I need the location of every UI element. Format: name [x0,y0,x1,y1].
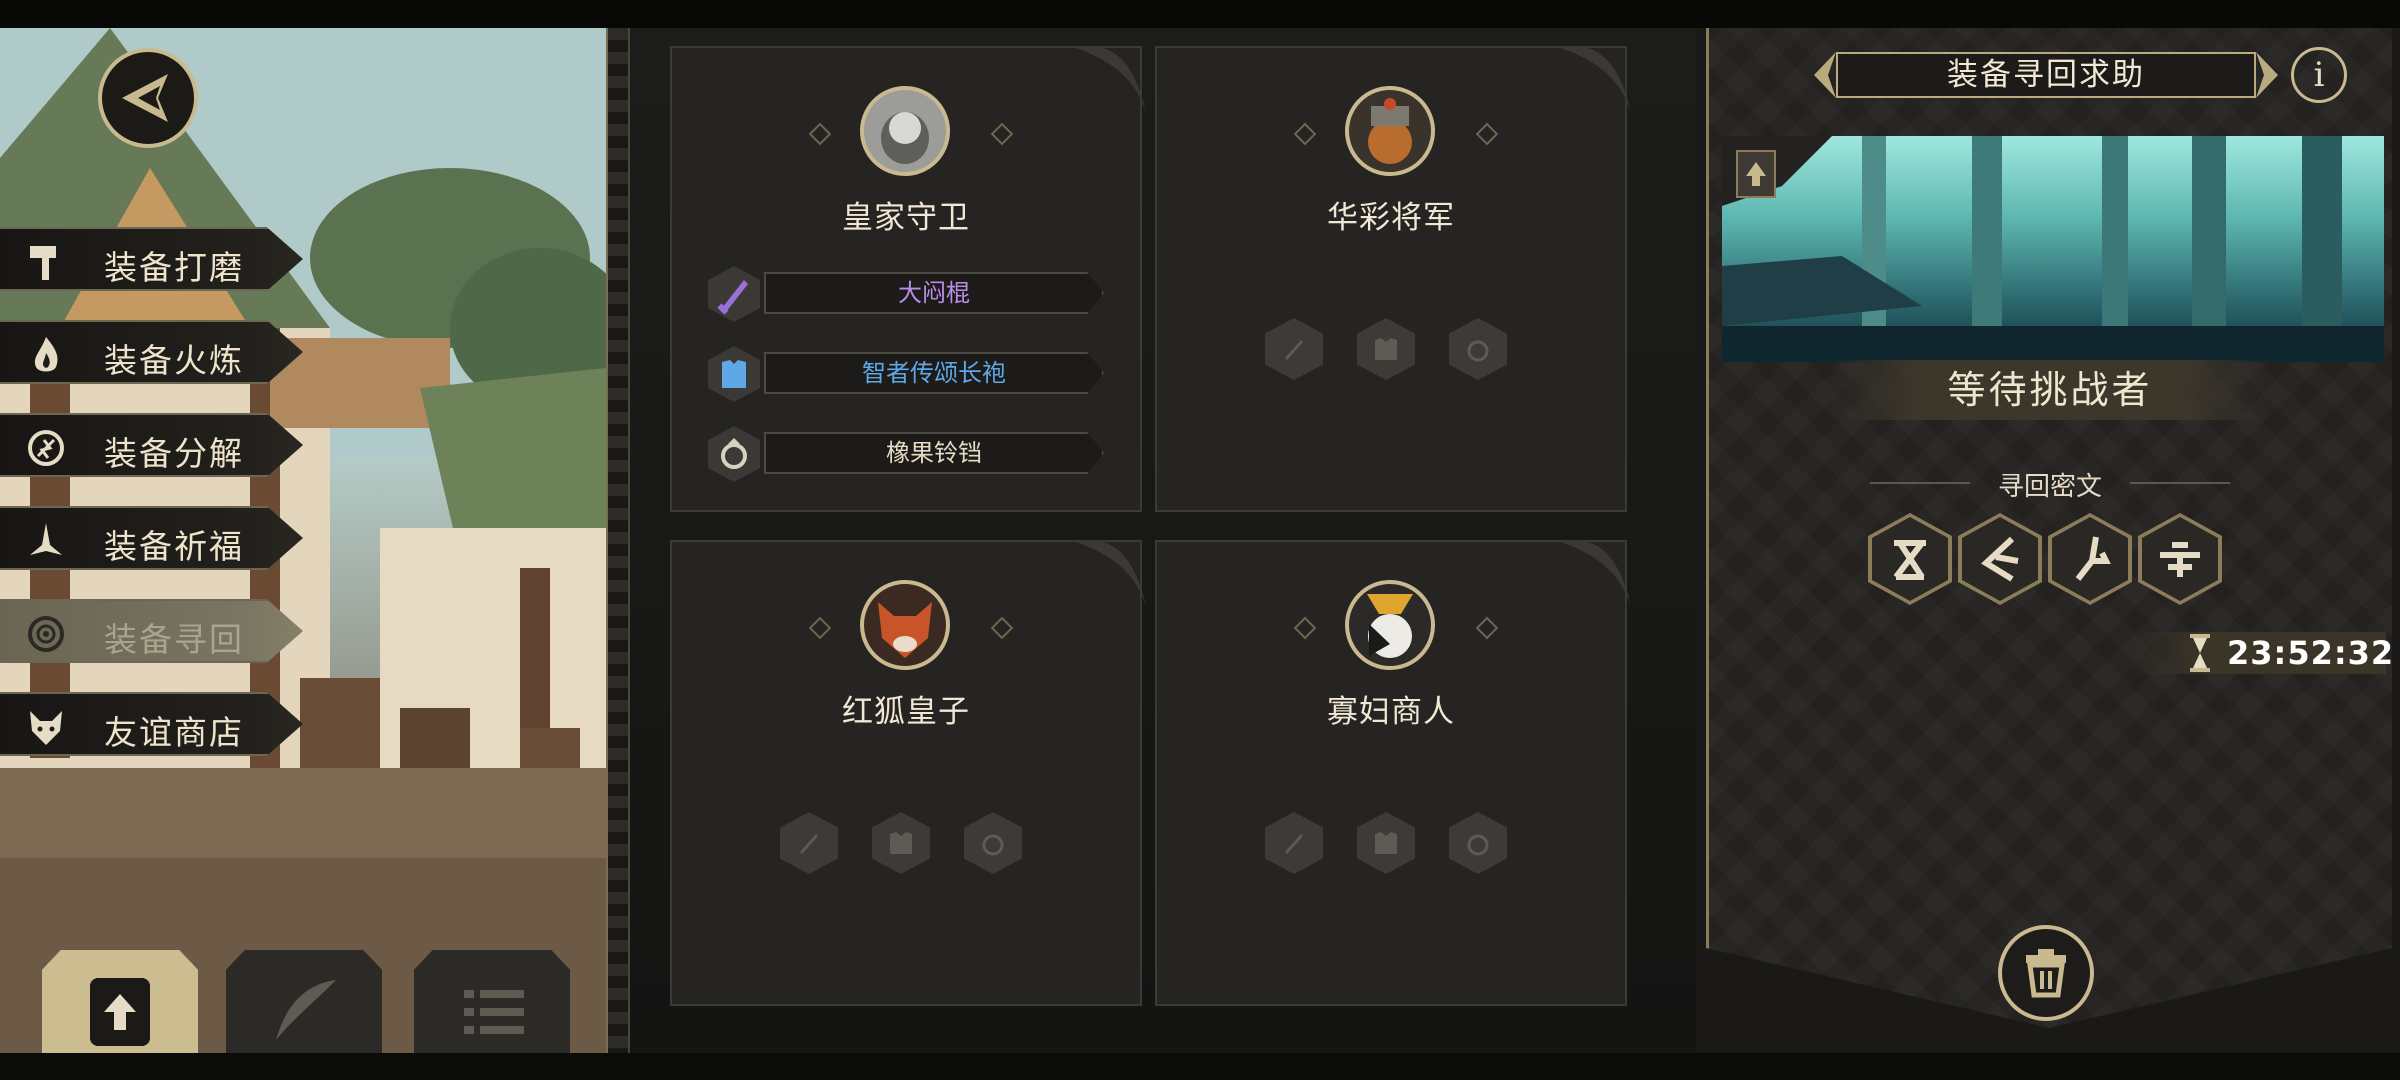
stage-upload-button[interactable] [1736,150,1776,198]
list-icon [464,990,524,1034]
menu-disassemble-button[interactable]: 装备分解 [0,413,303,477]
empty-weapon-slot[interactable] [780,812,838,874]
character-name: 皇家守卫 [842,200,970,236]
armor-icon [1375,338,1397,360]
menu-forge-button[interactable]: 装备火炼 [0,320,303,384]
sword-icon [1285,834,1303,854]
empty-ring-slot[interactable] [964,812,1022,874]
page-curl-icon [1076,540,1146,606]
page-curl-icon [1561,46,1631,112]
menu-pray-label: 装备祈福 [104,527,244,566]
page-curl-icon [1076,46,1146,112]
menu-friendship-shop-button[interactable]: 友谊商店 [0,692,303,756]
character-name: 寡妇商人 [1327,694,1455,730]
upload-icon [90,978,150,1046]
cipher-rune-2-icon [1981,536,2019,582]
empty-armor-slot[interactable] [1357,318,1415,380]
countdown-timer: 23:52:32 [2227,634,2395,672]
empty-ring-slot[interactable] [1449,812,1507,874]
empty-armor-slot[interactable] [1357,812,1415,874]
flame-icon [34,337,58,372]
empty-weapon-slot[interactable] [1265,812,1323,874]
empty-ring-slot[interactable] [1449,318,1507,380]
character-card-red-fox-prince[interactable]: 红狐皇子 [670,540,1146,1006]
ornament-diamond [1475,122,1499,146]
menu-polish-button[interactable]: 装备打磨 [0,227,303,291]
back-arrow-icon [122,74,168,122]
divider-line [2130,482,2230,484]
ornament-diamond [990,122,1014,146]
tab-upload[interactable] [42,950,198,1060]
abandon-button[interactable] [1998,925,2094,1021]
disassemble-icon [28,430,64,466]
empty-weapon-slot[interactable] [1265,318,1323,380]
hourglass-icon [2190,634,2210,672]
menu-forge-label: 装备火炼 [104,341,244,380]
menu-retrieve-label: 装备寻回 [104,620,244,659]
menu-retrieve-button[interactable]: 装备寻回 [0,599,303,663]
armor-icon [890,832,912,854]
ornament-diamond [1293,122,1317,146]
panel-title: 装备寻回求助 [1836,52,2256,98]
ornament-diamond [808,122,832,146]
top-bar [0,0,2400,28]
hammer-icon [30,246,56,280]
cipher-rune-3-icon [2075,536,2111,581]
up-arrow-icon [1746,162,1766,186]
ornament-diamond [990,616,1014,640]
armor-icon [708,346,760,402]
ring-icon [982,834,1004,856]
menu-polish-label: 装备打磨 [104,248,244,287]
title-left-arrow-icon [1814,52,1836,98]
sword-icon [800,834,818,854]
tab-list[interactable] [414,950,570,1060]
tab-feather[interactable] [226,950,382,1060]
character-card-widow-merchant[interactable]: 寡妇商人 [1155,540,1631,1006]
menu-disassemble-label: 装备分解 [104,434,244,473]
equipment-slot-armor[interactable]: 智者传颂长袍 [708,346,1108,402]
cipher-rune-1-icon [1893,540,1926,580]
cipher-rune-4-icon [2160,542,2200,577]
ring-icon [708,426,760,482]
wolf-guard-portrait [860,86,950,176]
ornament-diamond [1293,616,1317,640]
info-button[interactable]: i [2291,47,2347,103]
sword-icon [708,266,760,322]
equipment-slot-weapon[interactable]: 大闷棍 [708,266,1108,322]
target-icon [28,616,64,652]
equipment-name: 智者传颂长袍 [764,352,1104,394]
page-curl-icon [1561,540,1631,606]
equipment-name: 大闷棍 [764,272,1104,314]
character-card-royal-guard[interactable]: 皇家守卫 大闷棍 智者传颂长袍 橡果铃铛 [670,46,1146,512]
bottom-bar [0,1053,2400,1080]
forest-stage-image [1722,136,2384,362]
character-card-general[interactable]: 华彩将军 [1155,46,1631,512]
ornament-diamond [1475,616,1499,640]
armor-icon [1375,832,1397,854]
fox-icon [30,711,62,745]
widow-merchant-portrait [1345,580,1435,670]
character-name: 华彩将军 [1327,200,1455,236]
menu-friendship-shop-label: 友谊商店 [104,713,244,752]
red-fox-portrait [860,580,950,670]
cipher-label: 寻回密文 [1997,472,2102,502]
general-portrait [1345,86,1435,176]
trash-icon [2026,949,2066,998]
sword-icon [1285,340,1303,360]
pray-icon [30,523,62,555]
equipment-slot-ring[interactable]: 橡果铃铛 [708,426,1108,482]
title-right-arrow-icon [2256,52,2278,98]
status-banner: 等待挑战者 [1830,360,2270,420]
ring-icon [1467,834,1489,856]
equipment-name: 橡果铃铛 [764,432,1104,474]
ornament-diamond [808,616,832,640]
empty-armor-slot[interactable] [872,812,930,874]
info-icon: i [2313,55,2325,95]
character-name: 红狐皇子 [842,694,970,730]
back-button[interactable] [98,48,198,148]
ring-icon [1467,340,1489,362]
menu-pray-button[interactable]: 装备祈福 [0,506,303,570]
feather-icon [276,980,336,1040]
panel-divider [606,28,630,1053]
